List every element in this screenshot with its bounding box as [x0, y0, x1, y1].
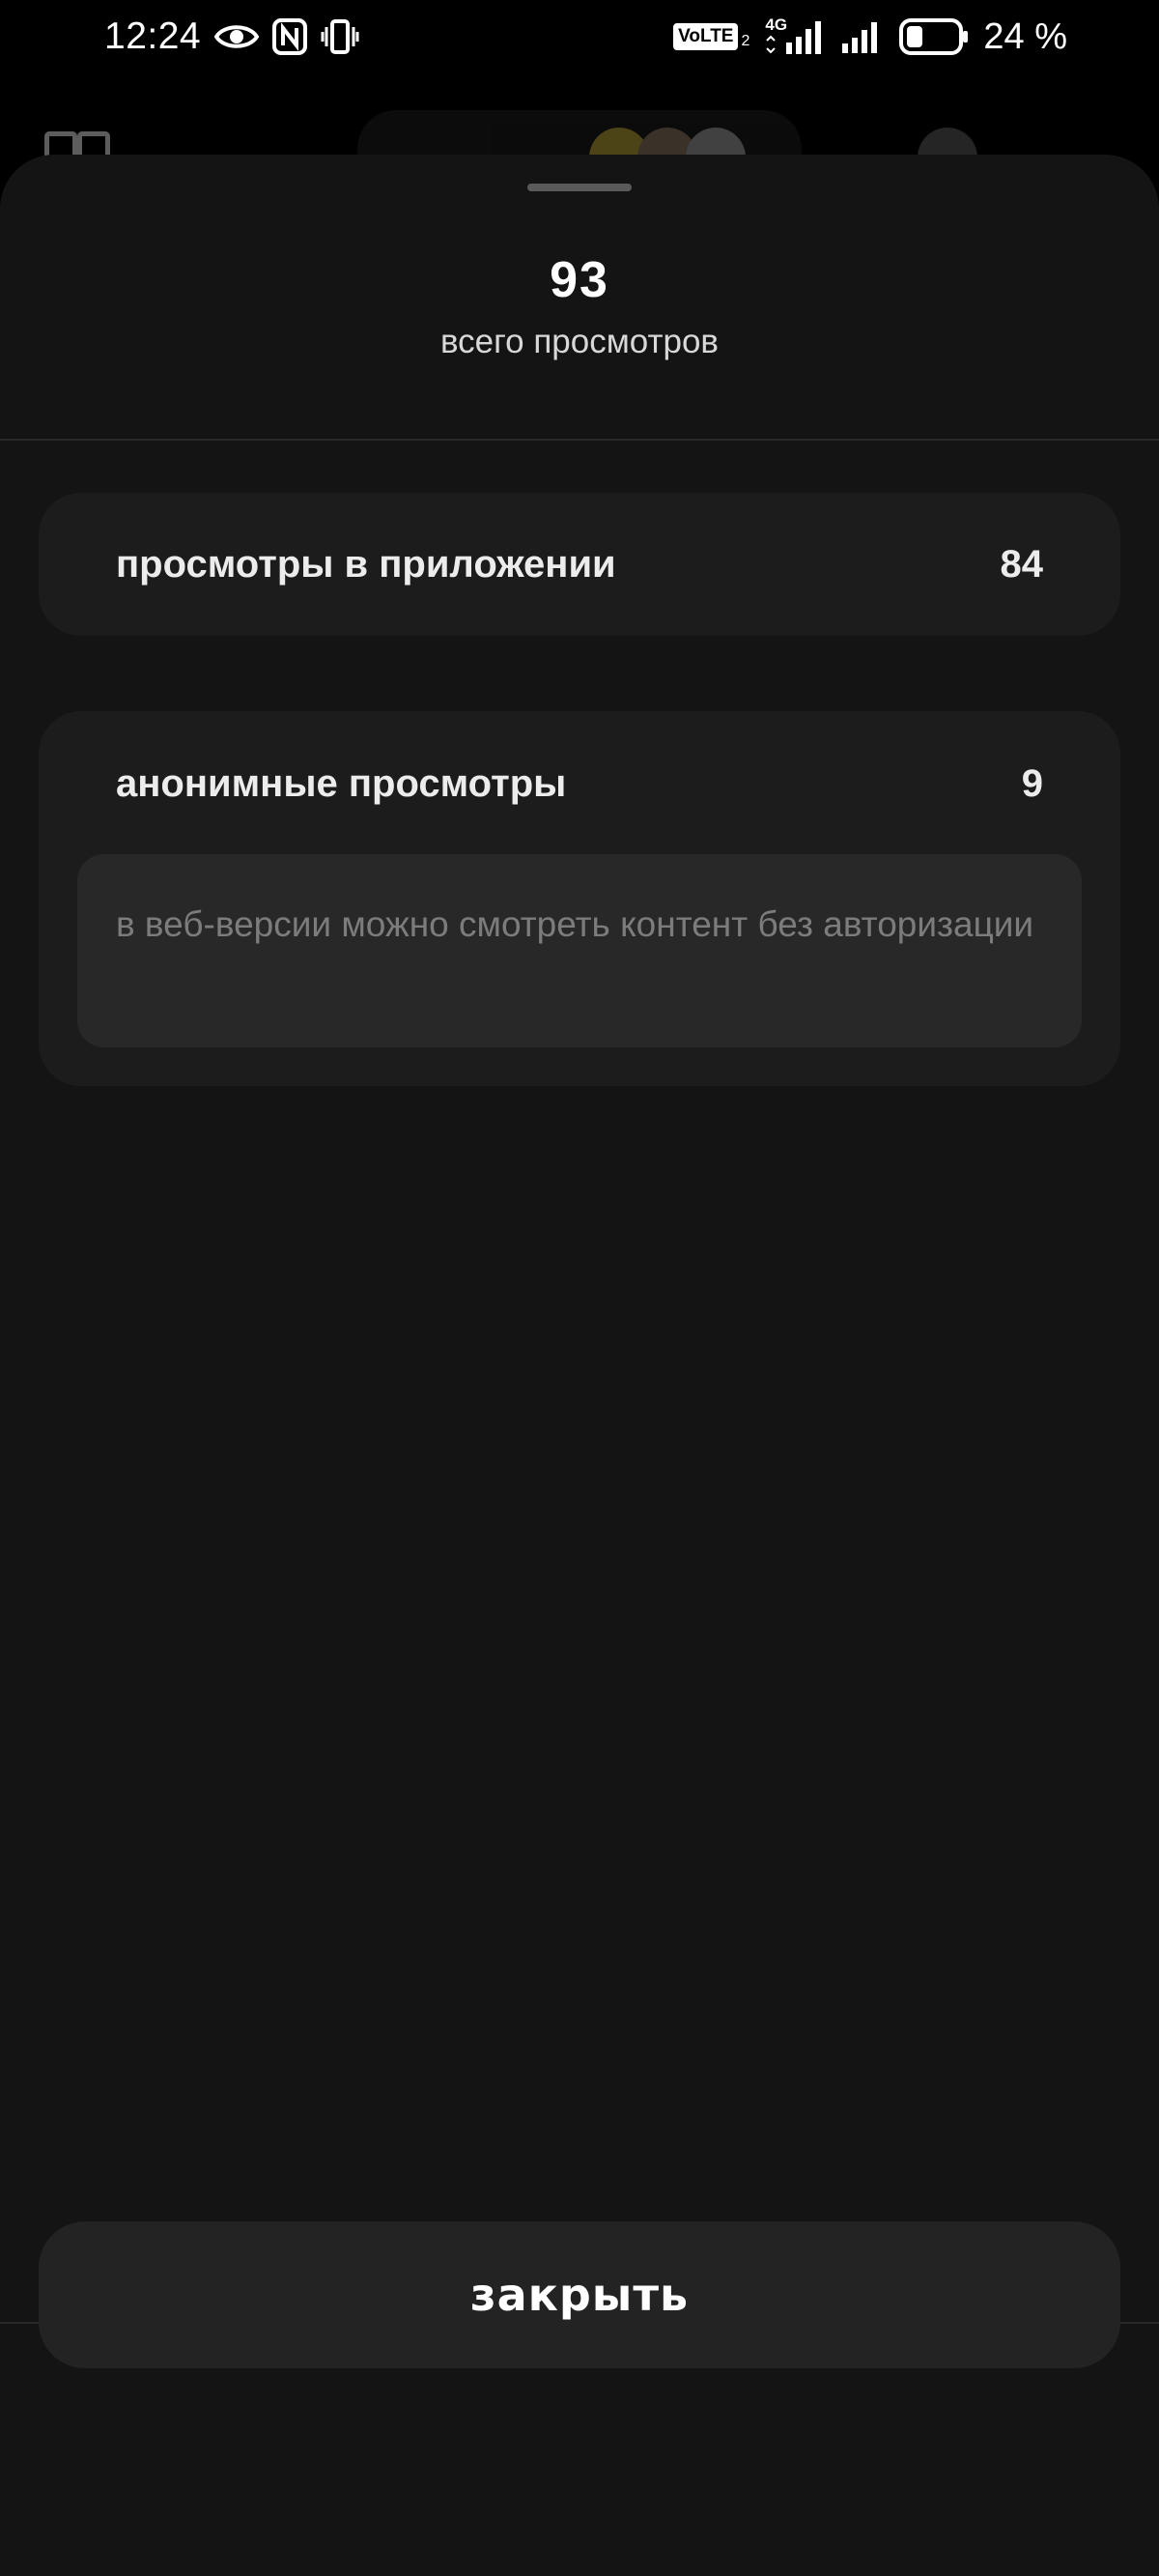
drag-handle[interactable]: [527, 184, 632, 191]
battery-icon: [898, 17, 970, 56]
close-button[interactable]: закрыть: [39, 2221, 1120, 2368]
volte-icon: VoLTE 2: [673, 23, 749, 50]
signal-icon: [840, 18, 885, 55]
volte-label: VoLTE: [673, 23, 739, 50]
app-views-value: 84: [1000, 542, 1044, 586]
total-views-count: 93: [550, 252, 609, 308]
anonymous-views-value: 9: [1021, 761, 1043, 805]
nfc-icon: [272, 18, 308, 55]
volte-sim: 2: [741, 33, 750, 49]
network-label: 4G: [765, 15, 788, 34]
vibrate-icon: [321, 18, 359, 55]
signal-4g-icon: 4G: [763, 15, 827, 56]
status-bar-right: VoLTE 2 4G 24 %: [673, 15, 1067, 58]
anonymous-views-row: анонимные просмотры 9: [39, 711, 1120, 856]
status-time: 12:24: [104, 15, 202, 57]
app-views-row: просмотры в приложении 84: [39, 493, 1120, 636]
header-divider: [0, 439, 1159, 441]
anonymous-views-card: анонимные просмотры 9 в веб-версии можно…: [39, 711, 1120, 1086]
battery-percent: 24 %: [983, 15, 1067, 57]
app-views-label: просмотры в приложении: [116, 542, 616, 586]
anonymous-views-label: анонимные просмотры: [116, 761, 567, 805]
status-bar-left: 12:24: [104, 15, 359, 58]
app-views-card: просмотры в приложении 84: [39, 493, 1120, 636]
status-bar: 12:24 VoLTE 2 4G 24 %: [0, 0, 1159, 73]
anonymous-views-note: в веб-версии можно смотреть контент без …: [77, 854, 1082, 1047]
total-views-label: всего просмотров: [439, 323, 720, 360]
eye-icon: [214, 20, 260, 53]
views-bottom-sheet: 93 всего просмотров просмотры в приложен…: [0, 155, 1159, 2576]
